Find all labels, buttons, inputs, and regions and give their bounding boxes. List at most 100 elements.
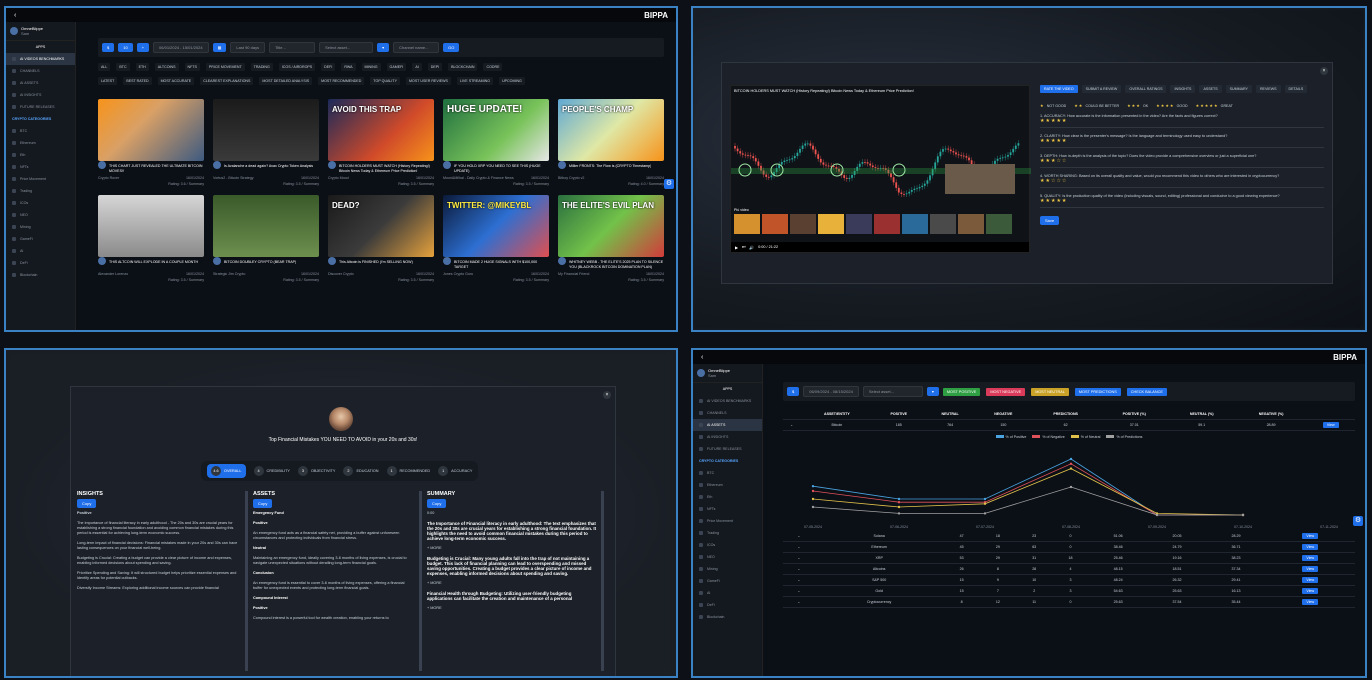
most-positive-button[interactable]: MOST POSITIVE (942, 387, 981, 396)
title-input[interactable]: Title... (269, 42, 316, 53)
scrollbar[interactable] (601, 491, 604, 671)
video-card[interactable]: DEAD? This Altcoin is FINISHED (I'm SELLI… (328, 195, 434, 282)
category-chip[interactable]: ALL (98, 63, 111, 71)
sort-tab[interactable]: BEST RATED (123, 77, 152, 85)
related-thumb[interactable] (874, 214, 900, 234)
check-balance-button[interactable]: CHECK BALANCE (1126, 387, 1167, 396)
more-link[interactable]: + MORE (427, 606, 597, 611)
filter-btn-1[interactable]: $ (102, 43, 115, 52)
video-thumbnail[interactable]: DEAD? (328, 195, 434, 257)
table-row[interactable]: ⌄ Gold 15 7 2 3 54.63 25.63 16.13 View (783, 585, 1355, 597)
video-card[interactable]: THIS ALTCOIN WILL EXPLODE IN A COUPLE MO… (98, 195, 204, 282)
more-link[interactable]: + MORE (427, 546, 597, 551)
view-button[interactable]: View (1302, 577, 1319, 583)
video-thumbnail[interactable]: TWITTER: @MIKEYBL (443, 195, 549, 257)
view-button[interactable]: View (1302, 544, 1319, 550)
sidebar-item[interactable]: AI INSIGHTS (693, 431, 762, 443)
category-item[interactable]: DeFi (6, 257, 75, 269)
channel-input[interactable]: Channel name... (393, 42, 440, 53)
tab-1[interactable]: SUBMIT A REVIEW (1081, 85, 1122, 93)
category-chip[interactable]: Trading (250, 63, 273, 71)
most-neutral-button[interactable]: MOST NEUTRAL (1031, 387, 1069, 396)
sidebar-item[interactable]: CHANNELS (6, 65, 75, 77)
related-thumb[interactable] (986, 214, 1012, 234)
view-button[interactable]: View (1302, 555, 1319, 561)
sort-tab[interactable]: TOP QUALITY (370, 77, 401, 85)
category-chip[interactable]: RWA (341, 63, 356, 71)
video-card[interactable]: HUGE UPDATE! IF YOU HOLD XRP YOU NEED TO … (443, 99, 549, 186)
back-icon[interactable]: ‹ (14, 12, 16, 19)
sidebar-item[interactable]: FUTURE RELEASES (693, 443, 762, 455)
category-item[interactable]: ICOs (693, 539, 762, 551)
date-range-input[interactable]: 06/01/2024 - 15/01/2024 (153, 42, 209, 53)
sidebar-item[interactable]: CHANNELS (693, 407, 762, 419)
category-item[interactable]: Price Movement (6, 173, 75, 185)
related-thumb[interactable] (762, 214, 788, 234)
copy-button[interactable]: Copy (77, 499, 97, 508)
category-item[interactable]: NFTs (6, 161, 75, 173)
table-row[interactable]: ⌄ Solana 47 18 23 0 51.06 20.05 28.29 View (783, 531, 1355, 542)
video-thumbnail[interactable]: PEOPLE'S CHAMP (558, 99, 664, 161)
asset-select[interactable]: Select asset... (319, 42, 374, 53)
related-thumb[interactable] (902, 214, 928, 234)
category-chip[interactable]: AI (412, 63, 422, 71)
category-chip[interactable]: DePi (427, 63, 443, 71)
category-chip[interactable]: ETH (135, 63, 149, 71)
category-item[interactable]: Eth (6, 149, 75, 161)
category-item[interactable]: Ethereum (693, 479, 762, 491)
tab-apps[interactable]: APPS (6, 41, 75, 53)
tab-6[interactable]: REVIEWS (1255, 85, 1281, 93)
category-item[interactable]: NFTs (693, 503, 762, 515)
category-chip[interactable]: DeFi (321, 63, 336, 71)
category-chip[interactable]: GameFi (386, 63, 407, 71)
category-item[interactable]: Eth (693, 491, 762, 503)
sidebar-item[interactable]: AI ASSETS (6, 77, 75, 89)
sort-tab[interactable]: LATEST (98, 77, 118, 85)
related-thumb[interactable] (958, 214, 984, 234)
table-row[interactable]: ⌄ S&P 500 15 9 10 3 48.24 26.32 29.41 View (783, 574, 1355, 586)
video-thumbnail[interactable]: AVOID THIS TRAP (328, 99, 434, 161)
calendar-icon[interactable]: ▦ (212, 43, 227, 52)
video-thumbnail[interactable] (98, 99, 204, 161)
score-tab-4[interactable]: 1 RECOMMENDED (386, 464, 430, 478)
score-tab-5[interactable]: 1 ACCURACY (438, 464, 472, 478)
asset-select[interactable]: Select asset... (862, 386, 923, 397)
category-chip[interactable]: Altcoins (154, 63, 179, 71)
tab-3[interactable]: INSIGHTS (1170, 85, 1196, 93)
video-player[interactable]: BITCOIN HOLDERS MUST WATCH (History Repe… (730, 85, 1031, 253)
sort-tab[interactable]: LIVE STREAMING (456, 77, 494, 85)
score-tab-1[interactable]: 4 CREDIBILITY (253, 464, 290, 478)
sort-tab[interactable]: MOST ACCURATE (157, 77, 195, 85)
category-item[interactable]: AI (693, 587, 762, 599)
sidebar-item[interactable]: FUTURE RELEASES (6, 101, 75, 113)
video-thumbnail[interactable] (213, 99, 319, 161)
category-chip[interactable]: Blockchain (448, 63, 478, 71)
category-chip[interactable]: BTC (116, 63, 130, 71)
category-chip[interactable]: Price movement (205, 63, 245, 71)
tab-5[interactable]: SUMMARY (1225, 85, 1252, 93)
chevron-down-icon[interactable]: ▾ (926, 387, 939, 396)
sort-tab[interactable]: MOST RECOMMENDED (318, 77, 365, 85)
filter-btn-3[interactable]: + (136, 43, 150, 52)
view-button[interactable]: View (1302, 566, 1319, 572)
category-item[interactable]: NEO (693, 551, 762, 563)
expand-icon[interactable]: ⌄ (783, 541, 815, 553)
expand-icon[interactable]: ⌄ (783, 585, 815, 597)
scrollbar[interactable] (245, 491, 248, 671)
related-thumb[interactable] (790, 214, 816, 234)
category-chip[interactable]: Mining (361, 63, 381, 71)
category-item[interactable]: Price Movement (693, 515, 762, 527)
category-item[interactable]: DeFi (693, 599, 762, 611)
related-thumb[interactable] (734, 214, 760, 234)
category-item[interactable]: Mining (693, 563, 762, 575)
category-item[interactable]: Trading (693, 527, 762, 539)
view-button[interactable]: View (1302, 588, 1319, 594)
video-thumbnail[interactable] (213, 195, 319, 257)
tab-7[interactable]: DETAILS (1284, 85, 1308, 93)
video-card[interactable]: TWITTER: @MIKEYBL BITCOIN MADE 2 HUGE SIG… (443, 195, 549, 282)
star-rating[interactable]: ★★★★★ (1040, 198, 1324, 204)
next-icon[interactable]: ⏭ (742, 245, 745, 249)
user-menu[interactable]: OmneBlippe Sam (6, 22, 75, 41)
days-select[interactable]: Last 90 days (230, 42, 266, 53)
user-menu[interactable]: OmneBlippe Sam (693, 364, 762, 383)
